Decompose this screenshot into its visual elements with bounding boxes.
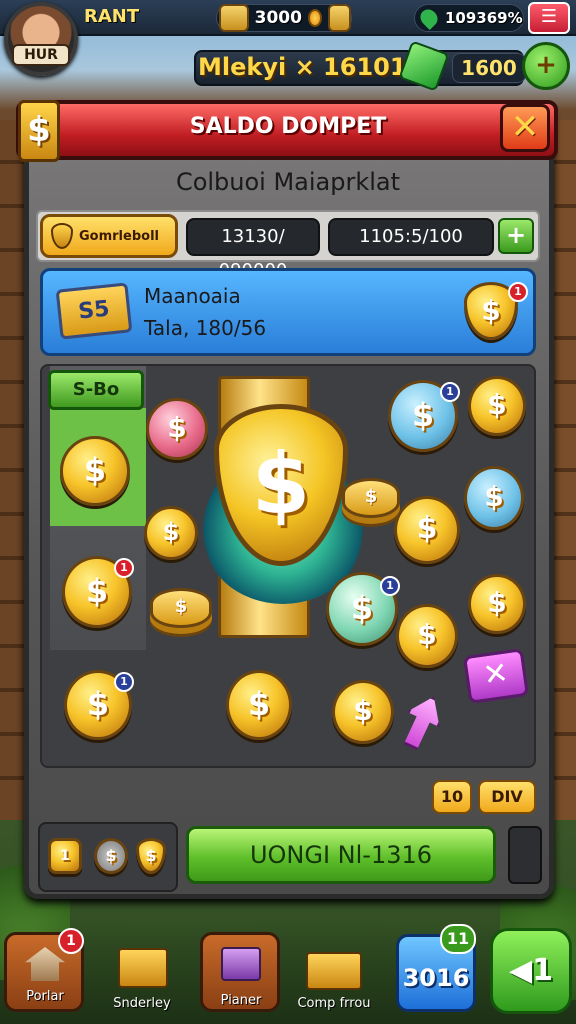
featured-subtitle: Tala, 180/56 xyxy=(144,316,267,340)
balance-field-1: 13130/ 090000 xyxy=(186,218,320,281)
gem-value: 109369% xyxy=(445,9,523,27)
balance-field-2: 1105:5/100 xyxy=(328,218,494,256)
dialog-subtitle: Colbuoi Maiaprklat xyxy=(175,168,401,196)
coin-slot[interactable]: $ xyxy=(468,574,526,634)
purple-box-icon xyxy=(221,947,261,981)
coin-slot[interactable]: $ xyxy=(396,604,458,668)
notification-badge: 1 xyxy=(508,282,528,302)
coin-slot[interactable]: $ xyxy=(468,376,526,436)
coin-slot[interactable]: $ xyxy=(394,496,460,564)
notification-badge: 1 xyxy=(114,558,134,578)
notification-badge: 1 xyxy=(114,672,134,692)
empty-slot xyxy=(508,826,542,884)
home-badge: 1 xyxy=(58,928,84,954)
ticket-icon: S5 xyxy=(55,282,133,340)
add-currency-button[interactable]: + xyxy=(522,42,570,90)
coin-stack[interactable]: $ xyxy=(342,478,400,518)
add-field-button[interactable]: + xyxy=(498,218,534,254)
flag-menu-button[interactable]: ☰ xyxy=(528,2,570,34)
map-pin-icon xyxy=(416,5,442,31)
coin-slot[interactable]: $ xyxy=(144,506,198,560)
chest-icon xyxy=(219,4,249,32)
coin-slot[interactable]: $ xyxy=(146,398,208,460)
notification-badge: 1 xyxy=(440,382,460,402)
gold-value: 3000 xyxy=(254,8,302,28)
plus-icon: + xyxy=(535,50,557,80)
count-pill[interactable]: 10 xyxy=(432,780,472,814)
silver-coin-icon[interactable]: $ xyxy=(94,838,128,874)
plus-icon: + xyxy=(505,221,527,249)
house-icon xyxy=(25,947,65,981)
coin-icon xyxy=(307,9,323,27)
avatar-tag: HUR xyxy=(12,44,70,66)
coin-slot[interactable]: $ xyxy=(464,466,524,530)
notification-badge: 1 xyxy=(380,576,400,596)
side-tab-button[interactable]: S-Bo xyxy=(48,370,144,410)
coin-slot[interactable]: $ xyxy=(60,436,130,506)
coin-slot[interactable]: $ xyxy=(332,680,394,744)
next-button[interactable]: ◀1 xyxy=(490,928,572,1014)
gem-counter[interactable]: 109369% xyxy=(414,4,524,32)
pouch-icon xyxy=(328,4,351,32)
featured-name: Maanoaia xyxy=(144,284,241,308)
nav-shop-label: Snderley xyxy=(113,996,171,1011)
tag-label: Gomrleboll xyxy=(79,228,159,244)
x1-icon[interactable]: 1 xyxy=(48,838,82,874)
chest-stack-icon[interactable] xyxy=(118,948,168,988)
nav-planer-button[interactable]: Pianer xyxy=(200,932,280,1012)
nav-planer-label: Pianer xyxy=(220,993,262,1008)
counter-badge: 11 xyxy=(440,924,476,954)
shield-icon xyxy=(51,223,73,249)
div-pill[interactable]: DIV xyxy=(478,780,536,814)
multiplier-text: Mlekyi × 161010 xyxy=(198,53,424,81)
withdraw-button[interactable]: UONGI Nl-1316 xyxy=(186,826,496,884)
coin-stack[interactable]: $ xyxy=(150,588,212,628)
gold-bars-icon[interactable] xyxy=(306,952,362,990)
multiplier-value: 1600 xyxy=(452,53,526,83)
nav-home-label: Porlar xyxy=(26,989,64,1004)
dollar-icon: $ xyxy=(18,100,60,162)
close-button[interactable]: ✕ xyxy=(500,104,550,152)
dialog-title: SALDO DOMPET xyxy=(189,114,387,139)
gold-counter[interactable]: 3000 xyxy=(216,4,352,32)
nav-comp-label: Comp frrou xyxy=(297,996,371,1011)
player-name: RANT xyxy=(84,6,140,27)
purple-x-icon[interactable]: ✕ xyxy=(462,648,530,704)
menu-lines-icon: ☰ xyxy=(540,6,558,27)
close-icon: ✕ xyxy=(510,107,540,147)
tag-button[interactable]: Gomrleboll xyxy=(40,214,178,258)
coin-slot[interactable]: $ xyxy=(226,670,292,740)
